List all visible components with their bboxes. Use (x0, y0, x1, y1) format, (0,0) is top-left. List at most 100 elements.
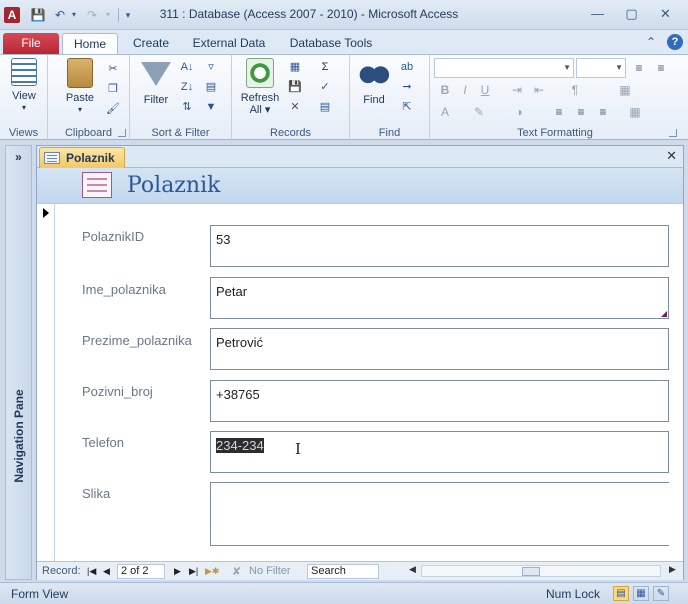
align-right-icon[interactable]: ≡ (594, 103, 612, 121)
navigation-pane-toggle-icon[interactable]: » (6, 150, 31, 164)
totals-icon[interactable]: Σ (316, 59, 334, 75)
navigation-pane[interactable]: » Navigation Pane (5, 145, 32, 580)
polaznikid-field[interactable]: 53 (210, 225, 669, 267)
decrease-indent-icon[interactable]: ⇤ (530, 81, 548, 99)
bullets-icon[interactable]: ≡ (630, 59, 648, 77)
go-to-icon[interactable]: ➞ (398, 79, 416, 95)
form-header: Polaznik (37, 168, 683, 204)
alternate-row-color-icon[interactable]: ▦ (626, 103, 644, 121)
toggle-filter-icon[interactable]: ▼ (202, 99, 220, 115)
scrollbar-thumb[interactable] (522, 567, 540, 576)
binoculars-icon (359, 58, 389, 86)
sort-descending-icon[interactable]: Z↓ (178, 79, 196, 95)
no-filter-button[interactable]: No Filter (249, 565, 291, 577)
current-record-input[interactable]: 2 of 2 (117, 564, 165, 579)
new-record-icon[interactable]: ▦ (286, 59, 304, 75)
tab-external-data[interactable]: External Data (186, 33, 272, 55)
pozivni-broj-field[interactable]: +38765 (210, 380, 669, 422)
telefon-field[interactable]: 234-234 I (210, 431, 669, 473)
layout-view-icon[interactable]: ▦ (633, 586, 649, 601)
delete-record-icon[interactable]: ✕ (286, 99, 304, 115)
design-view-icon[interactable]: ✎ (653, 586, 669, 601)
previous-record-icon[interactable]: ◀ (103, 566, 110, 577)
document-tab-bar: Polaznik ✕ (37, 146, 683, 168)
bold-icon[interactable]: B (436, 81, 454, 99)
view-icon (11, 58, 37, 86)
highlight-icon[interactable]: ✎ (470, 103, 488, 121)
last-record-icon[interactable]: ▶| (189, 566, 198, 577)
selection-filter-icon[interactable]: ▿ (202, 59, 220, 75)
prezime-polaznika-field[interactable]: Petrović (210, 328, 669, 370)
form-view-icon[interactable]: ▤ (613, 586, 629, 601)
find-button[interactable]: Find (352, 58, 396, 106)
paste-button[interactable]: Paste ▾ (58, 58, 102, 116)
tab-create[interactable]: Create (126, 33, 176, 55)
document-tab-label: Polaznik (66, 151, 115, 165)
field-label-ime-polaznika: Ime_polaznika (82, 282, 166, 297)
group-label-clipboard: Clipboard (64, 127, 113, 139)
font-size-combo[interactable]: ▼ (576, 58, 626, 78)
underline-icon[interactable]: U (476, 81, 494, 99)
text-formatting-launcher-icon[interactable] (669, 129, 677, 137)
font-color-icon[interactable]: A (436, 103, 454, 121)
tab-file[interactable]: File (3, 33, 59, 55)
font-name-combo[interactable]: ▼ (434, 58, 574, 78)
ime-polaznika-field[interactable]: Petar (210, 277, 669, 319)
sort-ascending-icon[interactable]: A↓ (178, 59, 196, 75)
minimize-ribbon-icon[interactable]: ⌃ (646, 35, 656, 49)
record-selector[interactable] (37, 204, 55, 561)
align-center-icon[interactable]: ≡ (572, 103, 590, 121)
close-window-button[interactable]: ✕ (652, 4, 679, 24)
form-icon (44, 152, 60, 164)
group-label-text-formatting: Text Formatting (517, 127, 593, 139)
format-painter-icon[interactable]: 🖌 (104, 101, 122, 117)
background-color-icon[interactable]: ◑ (510, 103, 528, 121)
document-tab-polaznik[interactable]: Polaznik (39, 147, 125, 168)
new-record-icon[interactable]: ▶✱ (205, 566, 219, 577)
select-icon[interactable]: ⇱ (398, 99, 416, 115)
numbering-icon[interactable]: ≡ (652, 59, 670, 77)
cut-icon[interactable]: ✂ (104, 61, 122, 77)
field-label-slika: Slika (82, 486, 111, 501)
tab-home[interactable]: Home (62, 33, 118, 55)
view-dropdown-icon: ▾ (21, 103, 26, 112)
gridlines-icon[interactable]: ▦ (616, 81, 634, 99)
italic-icon[interactable]: I (456, 81, 474, 99)
record-navigation-bar: Record: |◀ ◀ 2 of 2 ▶ ▶| ▶✱ ✘ No Filter … (37, 561, 683, 580)
clipboard-launcher-icon[interactable] (118, 129, 126, 137)
replace-icon[interactable]: ab (398, 59, 416, 75)
refresh-icon (246, 58, 274, 88)
minimize-button[interactable]: — (584, 4, 611, 24)
remove-sort-icon[interactable]: ⇅ (178, 99, 196, 115)
spelling-icon[interactable]: ✓ (316, 79, 334, 95)
scroll-left-icon[interactable]: ◀ (409, 564, 416, 575)
record-search-input[interactable]: Search (307, 564, 379, 579)
copy-icon[interactable]: ❐ (104, 81, 122, 97)
help-icon[interactable]: ? (667, 34, 683, 50)
filter-icon (141, 62, 171, 86)
maximize-button[interactable]: ▢ (618, 4, 645, 24)
field-label-prezime-polaznika: Prezime_polaznika (82, 333, 192, 348)
scroll-right-icon[interactable]: ▶ (669, 564, 676, 575)
navigation-pane-label[interactable]: Navigation Pane (12, 389, 26, 482)
close-document-icon[interactable]: ✕ (666, 148, 677, 164)
view-button[interactable]: View ▾ (2, 58, 46, 114)
field-resize-handle[interactable] (661, 311, 667, 317)
align-left-icon[interactable]: ≡ (550, 103, 568, 121)
refresh-all-button[interactable]: Refresh All ▾ (238, 58, 282, 116)
more-records-icon[interactable]: ▤ (316, 99, 334, 115)
filter-button[interactable]: Filter (134, 58, 178, 106)
paste-icon (67, 58, 93, 88)
tab-database-tools[interactable]: Database Tools (282, 33, 380, 55)
horizontal-scrollbar[interactable] (421, 565, 661, 577)
group-clipboard: Paste ▾ ✂ ❐ 🖌 Clipboard (48, 55, 130, 141)
ribbon: View ▾ Views Paste ▾ ✂ ❐ 🖌 Clipboard Fil… (0, 54, 688, 141)
ribbon-tab-row: File Home Create External Data Database … (0, 30, 688, 55)
increase-indent-icon[interactable]: ⇥ (508, 81, 526, 99)
next-record-icon[interactable]: ▶ (174, 566, 181, 577)
advanced-filter-icon[interactable]: ▤ (202, 79, 220, 95)
slika-image-field[interactable] (210, 482, 669, 546)
save-record-icon[interactable]: 💾 (286, 79, 304, 95)
paragraph-icon[interactable]: ¶ (566, 81, 584, 99)
first-record-icon[interactable]: |◀ (87, 566, 96, 577)
